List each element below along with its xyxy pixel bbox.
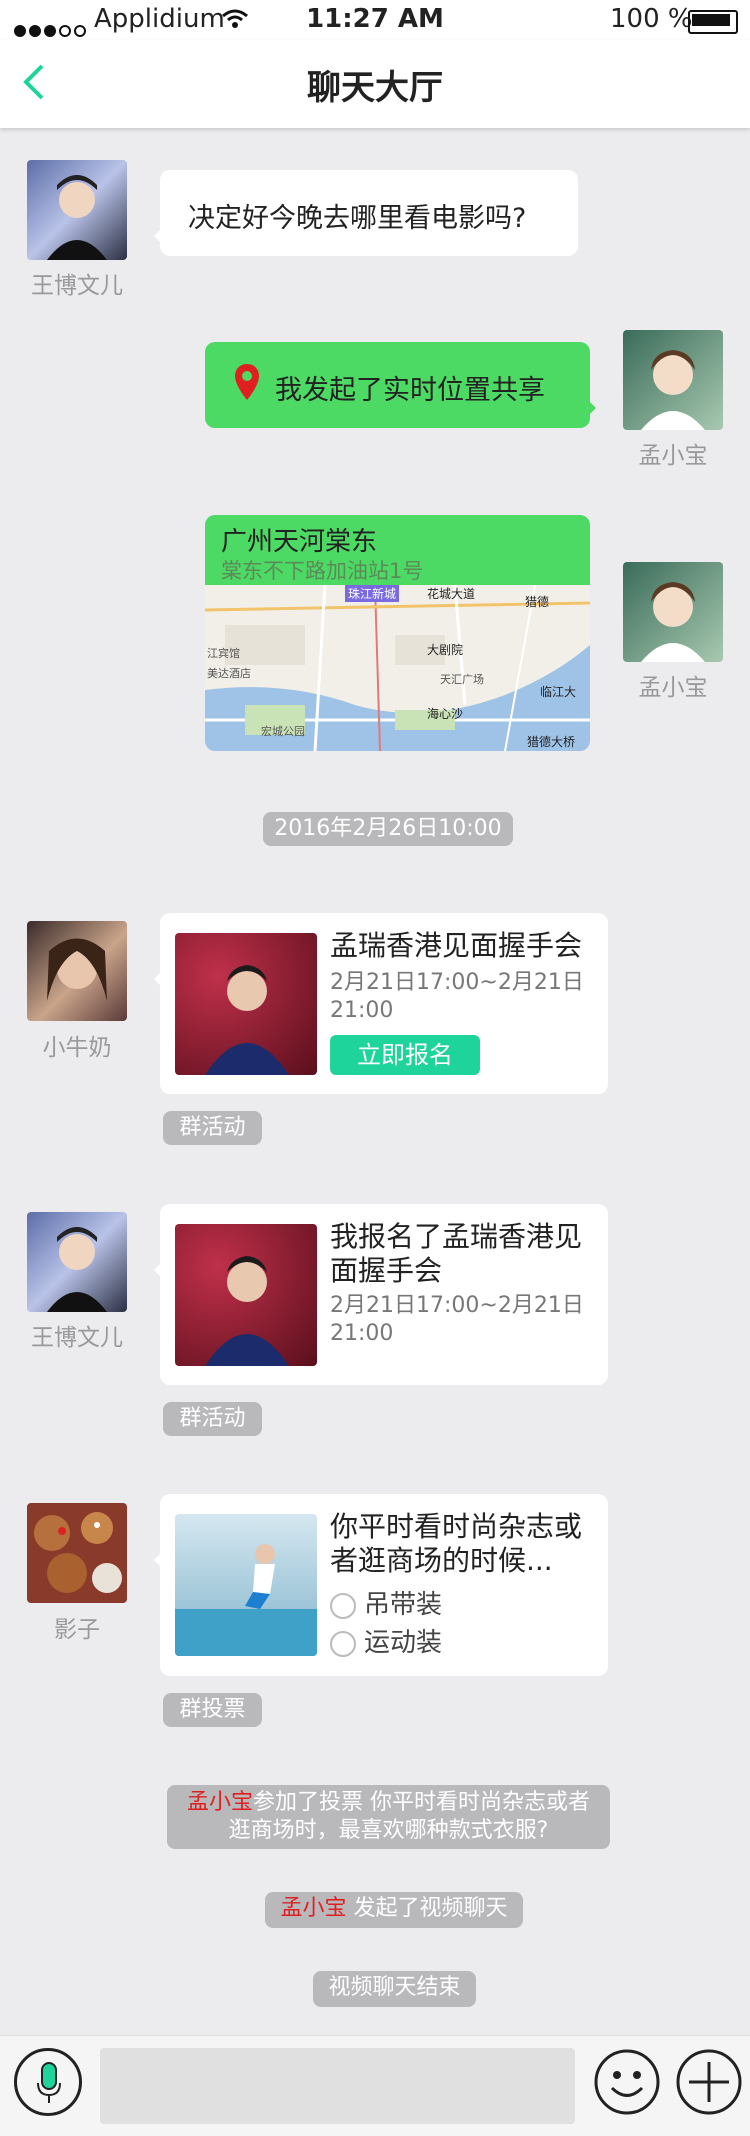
avatar-mengxiaobao[interactable] <box>623 562 723 662</box>
emoji-icon[interactable] <box>593 2048 661 2120</box>
map-label: 花城大道 <box>427 587 476 601</box>
signup-button[interactable]: 立即报名 <box>330 1035 480 1075</box>
notice-text: 参加了投票 你平时看时尚杂志或者逛商场时，最喜欢哪种款式衣服? <box>228 1790 590 1843</box>
avatar-wangbowen[interactable] <box>27 1212 127 1312</box>
map-label: 珠江新城 <box>345 585 400 602</box>
map-label: 猎德 <box>525 595 550 609</box>
radio-icon[interactable] <box>330 1592 356 1619</box>
location-address: 棠东不下路加油站1号 <box>221 559 424 583</box>
location-share-bubble[interactable]: 我发起了实时位置共享 <box>205 342 596 428</box>
vote-option-label: 吊带装 <box>364 1590 443 1620</box>
map-label: 美达酒店 <box>207 667 251 680</box>
location-pin-icon <box>233 362 261 406</box>
vote-option[interactable]: 运动装 <box>330 1622 442 1659</box>
vote-image <box>175 1514 317 1656</box>
notice-user: 孟小宝 <box>280 1896 347 1921</box>
vote-card[interactable]: 你平时看时尚杂志或者逛商场的时候... 吊带装 运动装 <box>154 1494 608 1676</box>
notice-user: 孟小宝 <box>186 1790 253 1815</box>
map-label: 天汇广场 <box>440 673 484 686</box>
map-label: 江宾馆 <box>207 647 240 660</box>
group-activity-tag: 群活动 <box>163 1111 262 1145</box>
nav-bar: 聊天大厅 <box>0 40 750 128</box>
activity-title: 我报名了孟瑞香港见面握手会 <box>330 1220 583 1287</box>
group-vote-tag: 群投票 <box>163 1693 262 1727</box>
activity-title: 孟瑞香港见面握手会 <box>330 929 583 962</box>
battery-icon <box>688 10 738 34</box>
timestamp: 2016年2月26日10:00 <box>263 812 513 846</box>
sender-name: 孟小宝 <box>638 443 708 469</box>
vote-title: 你平时看时尚杂志或者逛商场的时候... <box>330 1510 583 1577</box>
message-text: 我发起了实时位置共享 <box>275 375 545 406</box>
notice-text: 发起了视频聊天 <box>346 1896 508 1921</box>
sender-name: 王博文儿 <box>31 273 123 299</box>
voice-mic-icon[interactable] <box>14 2048 82 2116</box>
map-label: 大剧院 <box>427 643 464 657</box>
add-plus-icon[interactable] <box>675 2048 743 2120</box>
system-notice: 视频聊天结束 <box>313 1971 476 2007</box>
activity-time: 2月21日17:00~2月21日21:00 <box>330 970 584 1023</box>
avatar-xiaoniunai[interactable] <box>27 921 127 1021</box>
system-notice: 孟小宝参加了投票 你平时看时尚杂志或者逛商场时，最喜欢哪种款式衣服? <box>167 1785 610 1849</box>
avatar-yingzi[interactable] <box>27 1503 127 1603</box>
location-card[interactable]: 广州天河棠东 棠东不下路加油站1号 珠江新城 花城大道 猎德 大剧院 天汇广场 … <box>205 515 590 751</box>
map-preview[interactable]: 珠江新城 花城大道 猎德 大剧院 天汇广场 临江大 海心沙 猎德大桥 江宾馆 美… <box>205 585 590 751</box>
group-activity-tag: 群活动 <box>163 1402 262 1436</box>
input-bar <box>0 2035 750 2136</box>
map-label: 猎德大桥 <box>527 735 576 749</box>
activity-image <box>175 1224 317 1366</box>
message-input[interactable] <box>100 2048 575 2124</box>
location-title: 广州天河棠东 <box>221 527 378 557</box>
avatar-wangbowen[interactable] <box>27 160 127 260</box>
radio-icon[interactable] <box>330 1630 356 1657</box>
sender-name: 影子 <box>54 1617 100 1643</box>
activity-card[interactable]: 孟瑞香港见面握手会 2月21日17:00~2月21日21:00 立即报名 <box>154 913 608 1094</box>
message-text: 决定好今晚去哪里看电影吗? <box>188 203 527 234</box>
sender-name: 王博文儿 <box>31 1325 123 1351</box>
activity-image <box>175 933 317 1075</box>
map-label: 宏城公园 <box>261 725 305 738</box>
map-label: 临江大 <box>540 685 577 699</box>
system-notice: 孟小宝 发起了视频聊天 <box>265 1892 523 1928</box>
avatar-mengxiaobao[interactable] <box>623 330 723 430</box>
activity-time: 2月21日17:00~2月21日21:00 <box>330 1293 584 1346</box>
sender-name: 孟小宝 <box>638 675 708 701</box>
status-bar: Applidium 11:27 AM 100 % <box>0 0 750 40</box>
page-title: 聊天大厅 <box>307 68 443 108</box>
message-bubble[interactable]: 决定好今晚去哪里看电影吗? <box>154 170 578 256</box>
sender-name: 小牛奶 <box>42 1035 112 1061</box>
battery-label: 100 % <box>610 4 693 34</box>
map-label: 海心沙 <box>427 707 464 721</box>
vote-option[interactable]: 吊带装 <box>330 1584 442 1621</box>
location-header: 广州天河棠东 棠东不下路加油站1号 <box>205 515 590 585</box>
vote-option-label: 运动装 <box>364 1628 443 1658</box>
activity-card[interactable]: 我报名了孟瑞香港见面握手会 2月21日17:00~2月21日21:00 <box>154 1204 608 1385</box>
